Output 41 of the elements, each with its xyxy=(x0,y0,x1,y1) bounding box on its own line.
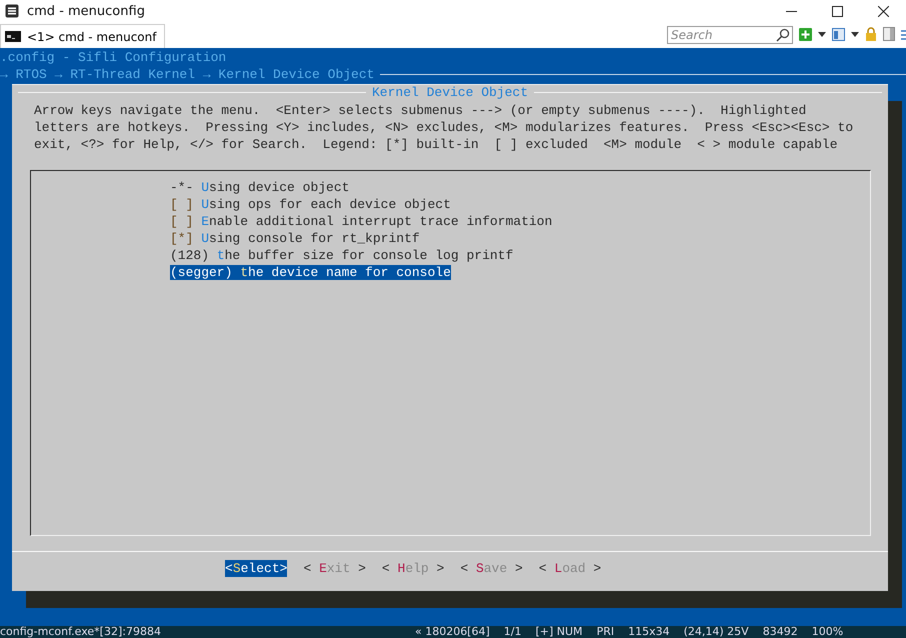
menu-button[interactable]: < Exit > xyxy=(303,560,366,577)
menu-icon[interactable] xyxy=(901,29,906,41)
maximize-icon[interactable] xyxy=(832,6,843,16)
dialog-title: Kernel Device Object xyxy=(370,84,530,101)
close-icon[interactable] xyxy=(878,6,889,16)
add-icon[interactable] xyxy=(799,28,812,41)
config-header: .config - Sifli Configuration xyxy=(0,49,228,66)
caret-icon[interactable] xyxy=(818,32,826,37)
help-text: exit, <?> for Help, </> for Search. Legend: [*] built-in [ ] excluded <M> module < > module capable xyxy=(34,136,839,153)
menu-button[interactable]: < Save > xyxy=(460,560,523,577)
search-icon[interactable] xyxy=(776,28,790,42)
status-text: 100% xyxy=(812,626,844,638)
caret-icon[interactable] xyxy=(851,32,859,37)
window-icon[interactable] xyxy=(832,28,845,41)
menu-button[interactable]: < Help > xyxy=(382,560,444,577)
menu-button[interactable]: <Select> xyxy=(225,560,288,577)
help-text: letters are hotkeys. Pressing <Y> includes, <N> excludes, <M> modularizes features. Press <Esc><Esc> to xyxy=(34,119,854,136)
status-text: PRI xyxy=(596,626,614,638)
status-text: [+] NUM xyxy=(535,626,583,638)
status-text: (24,14) 25V xyxy=(684,626,749,638)
menu-item[interactable]: [*] Using console for rt_kprintf xyxy=(170,231,420,246)
console-icon xyxy=(5,31,21,42)
panel-icon[interactable] xyxy=(883,27,895,41)
menu-item[interactable]: (128) the buffer size for console log printf xyxy=(170,248,514,263)
window-title: cmd - menuconfig xyxy=(27,4,145,18)
status-text: config-mconf.exe*[32]:79884 xyxy=(0,626,161,638)
menu-item[interactable]: -*- Using device object xyxy=(170,180,350,195)
console-tab[interactable]: <1> cmd - menuconf xyxy=(0,24,166,48)
status-text: « 180206[64] xyxy=(414,626,490,638)
menu-item[interactable]: (segger) the device name for console xyxy=(170,265,451,280)
status-text: 1/1 xyxy=(504,626,522,638)
lock-icon[interactable] xyxy=(865,27,877,41)
search-field[interactable]: Search xyxy=(667,26,793,44)
menu-item[interactable]: [ ] Enable additional interrupt trace information xyxy=(170,214,552,229)
breadcrumb: → RTOS → RT-Thread Kernel → Kernel Device Object xyxy=(0,66,374,83)
status-text: 115x34 xyxy=(628,626,670,638)
help-text: Arrow keys navigate the menu. <Enter> selects submenus ---> (or empty submenus ----). Highlighted xyxy=(34,102,808,119)
menu-item[interactable]: [ ] Using ops for each device object xyxy=(170,197,451,212)
terminal-icon xyxy=(5,4,19,18)
status-text: 83492 xyxy=(762,626,798,638)
menu-button[interactable]: < Load > xyxy=(538,560,602,577)
